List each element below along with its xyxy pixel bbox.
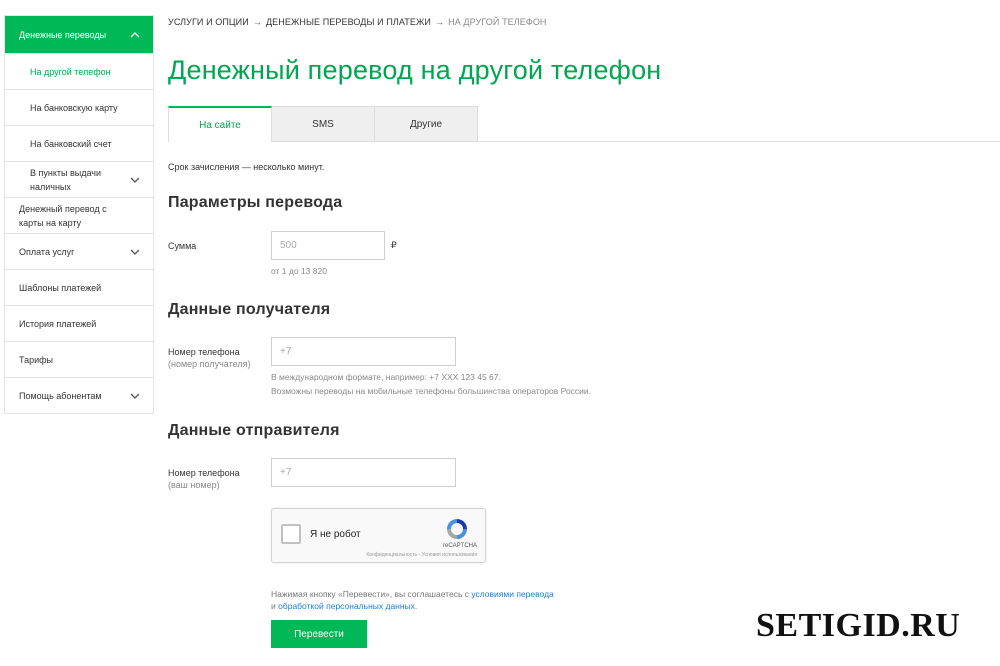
sidebar-group-money-transfers[interactable]: Денежные переводы	[5, 16, 153, 53]
amount-label: Сумма	[168, 241, 197, 251]
consent-text: Нажимая кнопку «Перевести», вы соглашает…	[271, 588, 554, 612]
recipient-phone-label-text: Номер телефона	[168, 347, 240, 357]
sidebar-item-card-to-card[interactable]: Денежный перевод с карты на карту	[5, 197, 153, 233]
breadcrumb-link-transfers[interactable]: ДЕНЕЖНЫЕ ПЕРЕВОДЫ И ПЛАТЕЖИ	[266, 17, 431, 27]
page-title: Денежный перевод на другой телефон	[168, 55, 662, 85]
sidebar-item-bank-account[interactable]: На банковский счет	[5, 125, 153, 161]
consent-text-part1: Нажимая кнопку «Перевести», вы соглашает…	[271, 589, 472, 599]
sidebar-item-label: Оплата услуг	[19, 246, 75, 257]
section-title-sender: Данные отправителя	[168, 422, 340, 439]
currency-symbol: ₽	[391, 240, 397, 250]
consent-text-part3: .	[414, 601, 418, 611]
sidebar-item-help[interactable]: Помощь абонентам	[5, 377, 153, 413]
recaptcha-logo-icon	[447, 519, 467, 539]
sidebar-group-label: Денежные переводы	[19, 29, 107, 40]
sender-phone-label: Номер телефона (ваш номер)	[168, 467, 240, 491]
sidebar-item-pay-services[interactable]: Оплата услуг	[5, 233, 153, 269]
breadcrumb-separator: →	[252, 17, 262, 27]
recaptcha-brand: reCAPTCHA	[442, 543, 477, 549]
recipient-phone-label: Номер телефона (номер получателя)	[168, 346, 250, 370]
recaptcha-widget: Я не робот reCAPTCHA Конфиденциальность …	[271, 508, 486, 563]
sidebar-item-templates[interactable]: Шаблоны платежей	[5, 269, 153, 305]
personal-data-link[interactable]: обработкой персональных данных	[278, 601, 415, 611]
recipient-phone-input[interactable]	[271, 337, 456, 366]
chevron-down-icon	[129, 246, 141, 258]
sender-phone-label-text: Номер телефона	[168, 468, 240, 478]
tab-website[interactable]: На сайте	[168, 106, 272, 142]
tab-other[interactable]: Другие	[375, 106, 478, 142]
sidebar-item-label: Помощь абонентам	[19, 390, 102, 401]
tab-divider	[477, 141, 1000, 142]
chevron-down-icon	[129, 174, 141, 186]
sidebar-item-label: Шаблоны платежей	[19, 282, 102, 293]
section-title-recipient: Данные получателя	[168, 301, 331, 318]
credit-time-note: Срок зачисления — несколько минут.	[168, 162, 325, 172]
sidebar-item-label: В пункты выдачи наличных	[30, 167, 102, 192]
recaptcha-label: Я не робот	[310, 529, 361, 540]
recipient-hint-line1: В международном формате, например: +7 XX…	[271, 372, 501, 382]
sidebar: Денежные переводы На другой телефон На б…	[4, 15, 154, 414]
breadcrumb-separator: →	[435, 17, 445, 27]
watermark: SETIGID.RU	[756, 607, 961, 644]
recipient-phone-hint: В международном формате, например: +7 XX…	[271, 370, 591, 398]
amount-input[interactable]	[271, 231, 385, 260]
transfer-terms-link[interactable]: условиями перевода	[471, 589, 553, 599]
breadcrumb: УСЛУГИ И ОПЦИИ → ДЕНЕЖНЫЕ ПЕРЕВОДЫ И ПЛАТЕ…	[168, 17, 547, 27]
sidebar-item-label: Тарифы	[19, 354, 54, 365]
chevron-up-icon	[129, 29, 141, 41]
breadcrumb-current: НА ДРУГОЙ ТЕЛЕФОН	[448, 17, 547, 27]
breadcrumb-link-services[interactable]: УСЛУГИ И ОПЦИИ	[168, 17, 249, 27]
recaptcha-links[interactable]: Конфиденциальность - Условия использован…	[366, 552, 477, 558]
sender-phone-sublabel: (ваш номер)	[168, 480, 220, 490]
sender-phone-input[interactable]	[271, 458, 456, 487]
sidebar-item-other-phone[interactable]: На другой телефон	[5, 53, 153, 89]
tab-bar: На сайте SMS Другие	[168, 106, 478, 142]
sidebar-item-label: На банковскую карту	[30, 102, 118, 113]
sidebar-item-label: История платежей	[19, 318, 97, 329]
sidebar-item-cash-points[interactable]: В пункты выдачи наличных	[5, 161, 153, 197]
tab-sms[interactable]: SMS	[272, 106, 375, 142]
sidebar-item-label: На другой телефон	[30, 66, 111, 77]
amount-hint: от 1 до 13 820	[271, 266, 327, 276]
sidebar-item-tariffs[interactable]: Тарифы	[5, 341, 153, 377]
recipient-phone-sublabel: (номер получателя)	[168, 359, 251, 369]
section-title-params: Параметры перевода	[168, 194, 343, 211]
sidebar-item-label: Денежный перевод с карты на карту	[19, 203, 107, 228]
sidebar-item-label: На банковский счет	[30, 138, 112, 149]
chevron-down-icon	[129, 390, 141, 402]
sidebar-item-history[interactable]: История платежей	[5, 305, 153, 341]
recipient-hint-line2: Возможны переводы на мобильные телефоны …	[271, 386, 592, 396]
sidebar-item-bank-card[interactable]: На банковскую карту	[5, 89, 153, 125]
recaptcha-checkbox[interactable]	[281, 524, 301, 544]
transfer-button[interactable]: Перевести	[271, 620, 367, 648]
